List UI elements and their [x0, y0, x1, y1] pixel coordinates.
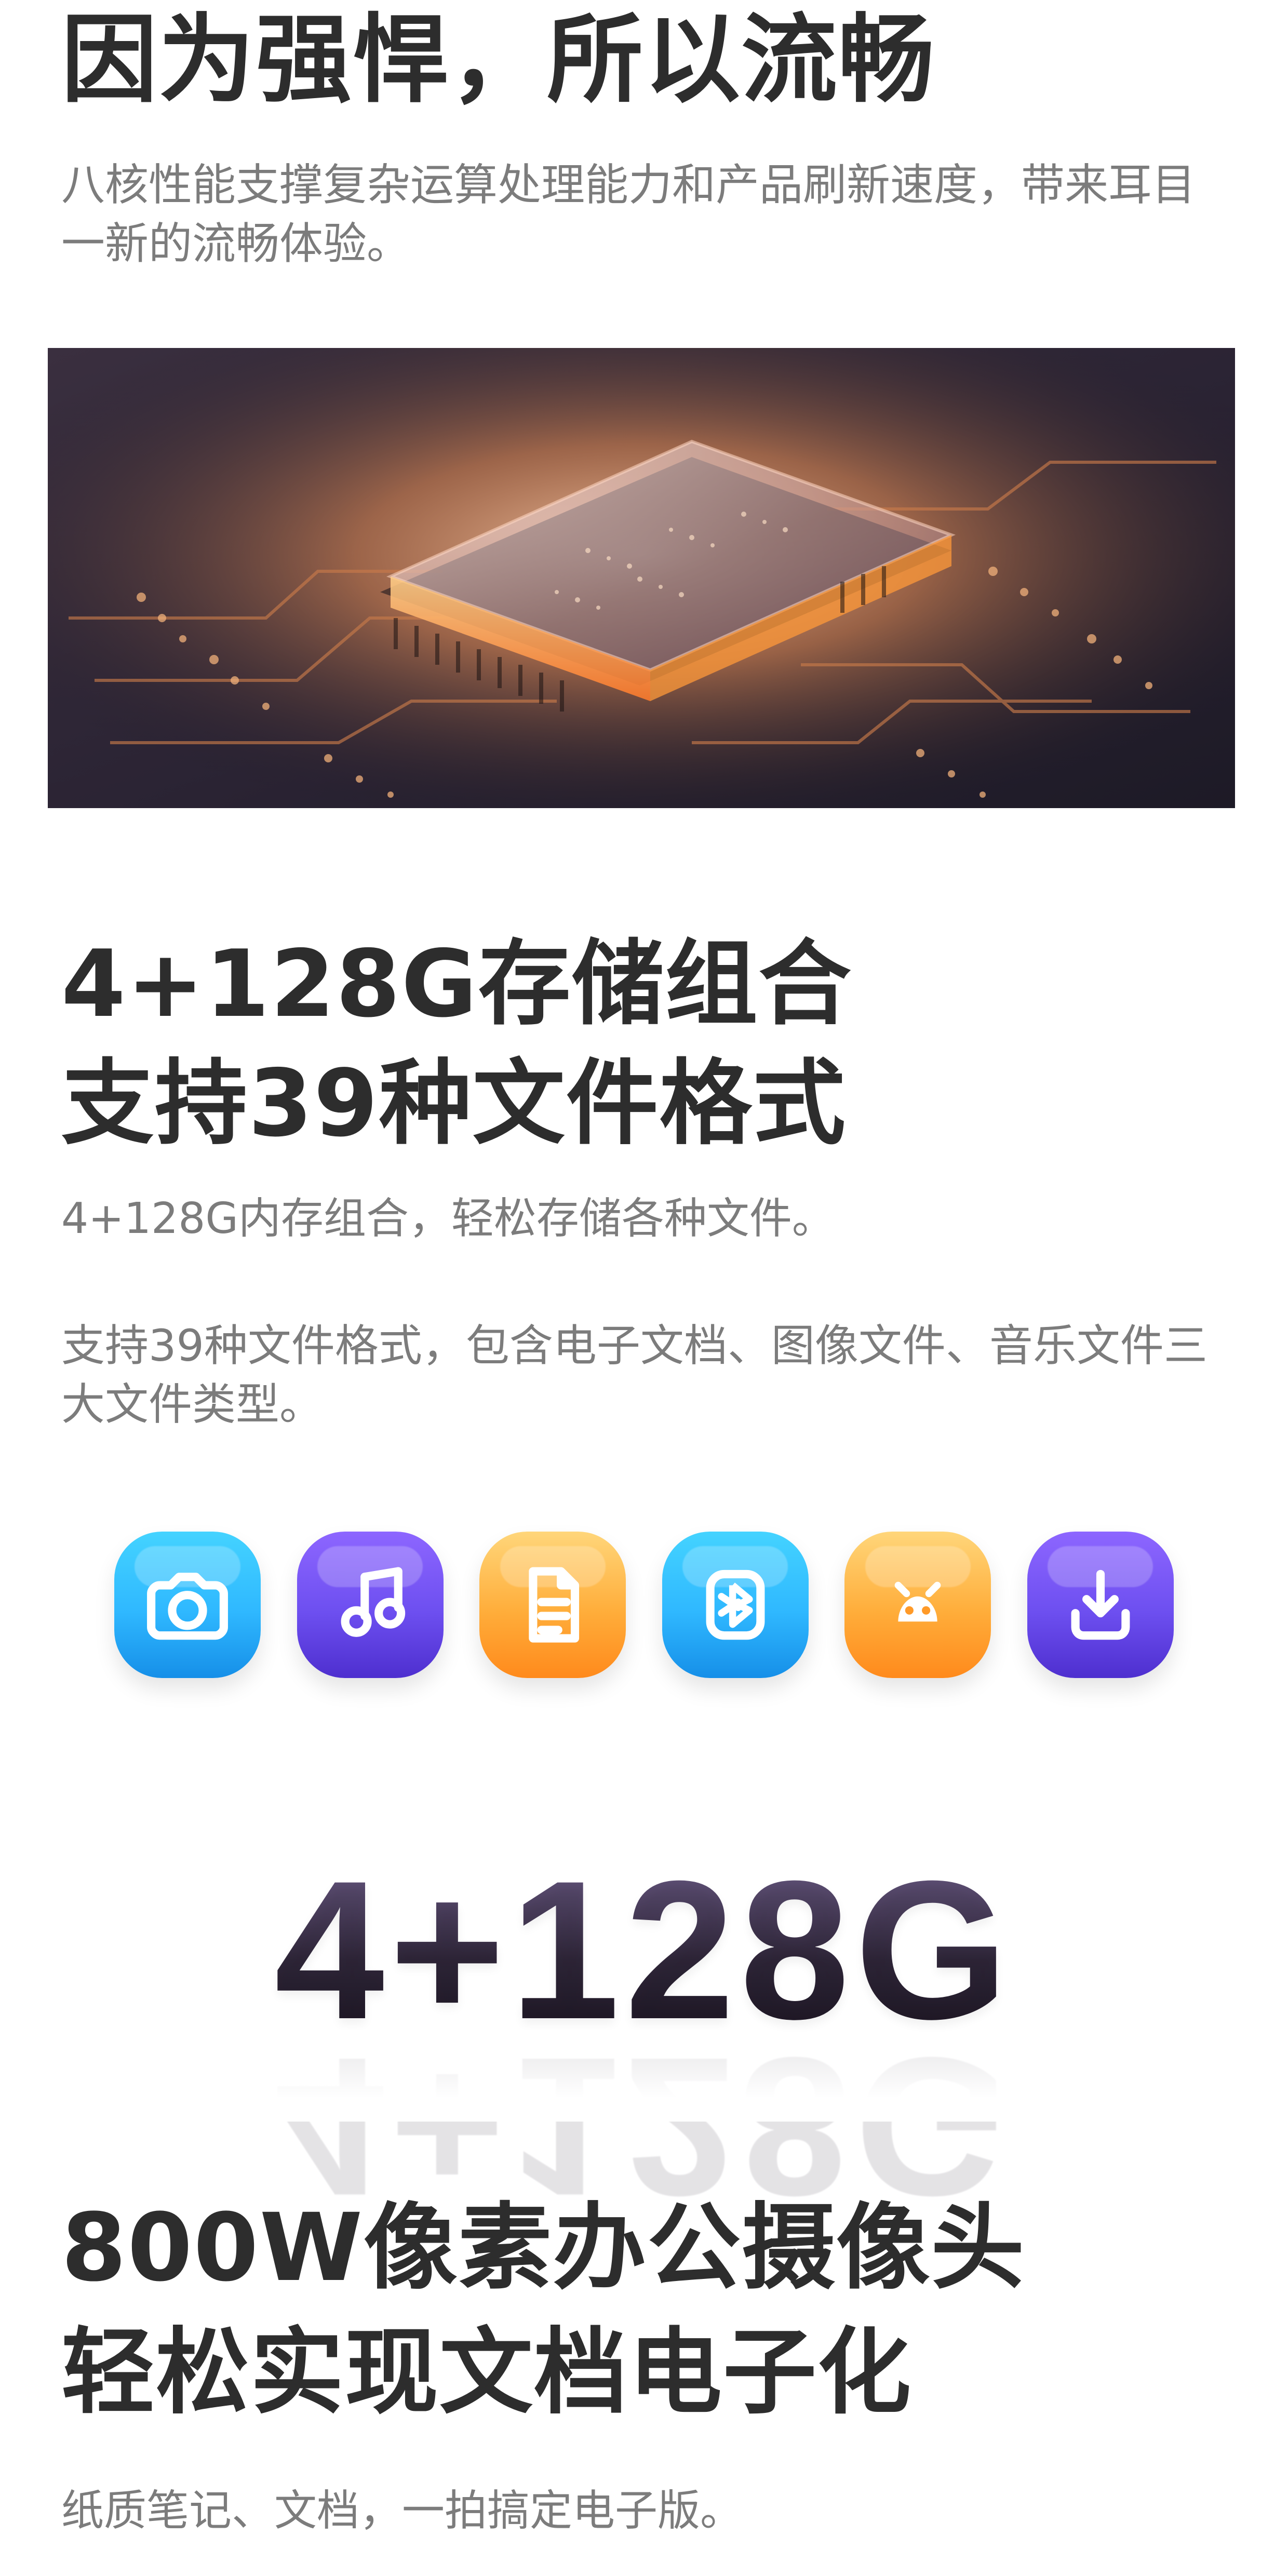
performance-title: 因为强悍，所以流畅: [61, 4, 935, 116]
storage-title-line2: 支持39种文件格式: [61, 1050, 847, 1157]
file-type-icons: [114, 1530, 1174, 1680]
processor-chip-image: [48, 348, 1235, 808]
storage-description-line2: 支持39种文件格式，包含电子文档、图像文件、音乐文件三大文件类型。: [61, 1320, 1208, 1430]
document-icon: [479, 1532, 626, 1678]
camera-title-line1: 800W像素办公摄像头: [61, 2194, 1026, 2302]
camera-title-line2: 轻松实现文档电子化: [61, 2318, 913, 2427]
music-icon: [297, 1532, 444, 1678]
processor-chip-illustration: [48, 348, 1235, 808]
storage-description-line1: 4+128G内存组合，轻松存储各种文件。: [61, 1194, 835, 1243]
storage-title-line1: 4+128G存储组合: [61, 930, 852, 1038]
capacity-hero: 4+128G 4+128G: [0, 1841, 1288, 2237]
performance-description: 八核性能支撑复杂运算处理能力和产品刷新速度，带来耳目一新的流畅体验。: [61, 159, 1196, 270]
download-icon: [1027, 1532, 1174, 1678]
android-icon: [844, 1532, 991, 1678]
camera-description: 纸质笔记、文档，一拍搞定电子版。: [61, 2486, 743, 2535]
bluetooth-icon: [662, 1532, 809, 1678]
camera-icon: [114, 1532, 261, 1678]
